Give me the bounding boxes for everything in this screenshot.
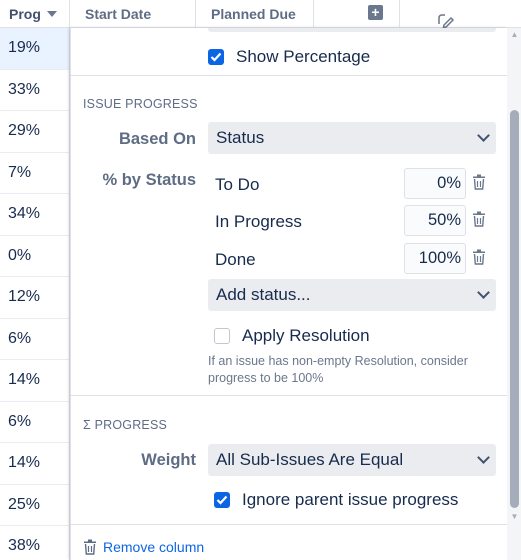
apply-resolution-option[interactable]: Apply Resolution — [214, 326, 370, 346]
show-percentage-label: Show Percentage — [236, 47, 371, 66]
ignore-parent-option[interactable]: Ignore parent issue progress — [214, 490, 458, 510]
progress-value: 6% — [8, 329, 32, 347]
column-separator — [399, 0, 400, 28]
progress-cell[interactable]: 12% — [0, 277, 70, 319]
progress-cell[interactable]: 6% — [0, 401, 70, 443]
progress-value: 34% — [8, 205, 41, 223]
grid-header: Prog Start Date Planned Due + — [0, 0, 521, 28]
sigma-progress-title: Σ PROGRESS — [83, 418, 168, 432]
chevron-down-icon — [477, 451, 490, 464]
by-status-label: % by Status — [102, 171, 196, 189]
edit-columns-icon[interactable] — [436, 12, 456, 28]
remove-column-button[interactable]: Remove column — [83, 539, 204, 555]
column-header-planned-due-label: Planned Due — [211, 6, 296, 22]
ignore-parent-label: Ignore parent issue progress — [242, 490, 459, 509]
progress-value: 38% — [8, 537, 41, 555]
column-header-planned-due[interactable]: Planned Due — [196, 0, 314, 28]
apply-resolution-label: Apply Resolution — [242, 326, 370, 345]
progress-value: 14% — [8, 371, 41, 389]
progress-cell[interactable]: 19% — [0, 28, 70, 70]
ignore-parent-checkbox[interactable] — [214, 492, 230, 508]
add-status-placeholder: Add status... — [216, 285, 311, 304]
add-column-icon[interactable]: + — [368, 5, 383, 20]
weight-select[interactable]: All Sub-Issues Are Equal — [208, 444, 496, 476]
clipped-select-edge[interactable] — [208, 28, 496, 32]
apply-resolution-checkbox[interactable] — [214, 328, 230, 344]
progress-cell[interactable]: 29% — [0, 111, 70, 153]
column-header-start-date-label: Start Date — [85, 6, 152, 22]
progress-value: 29% — [8, 122, 41, 140]
scroll-down-icon[interactable]: ▼ — [510, 512, 519, 521]
checkmark-icon — [210, 52, 222, 62]
status-name: In Progress — [215, 212, 302, 231]
progress-value: 12% — [8, 288, 41, 306]
progress-value: 14% — [8, 454, 41, 472]
progress-value: 7% — [8, 163, 32, 181]
progress-cell[interactable]: 6% — [0, 318, 70, 360]
helper-text-line: If an issue has non-empty Resolution, co… — [208, 354, 468, 368]
trash-icon — [84, 539, 96, 555]
progress-value: 25% — [8, 495, 41, 513]
trash-icon[interactable] — [472, 174, 486, 190]
section-divider — [71, 524, 508, 525]
show-percentage-option[interactable]: Show Percentage — [208, 47, 370, 67]
show-percentage-checkbox[interactable] — [208, 49, 224, 65]
column-header-progress-label: Prog — [9, 6, 41, 22]
progress-value: 33% — [8, 80, 41, 98]
remove-column-label: Remove column — [103, 539, 205, 555]
progress-cell[interactable]: 25% — [0, 484, 70, 526]
progress-cell[interactable]: 38% — [0, 526, 70, 560]
status-percent-input[interactable]: 50% — [404, 205, 466, 236]
checkmark-icon — [216, 495, 228, 505]
status-name: To Do — [215, 175, 260, 194]
apply-resolution-helper: If an issue has non-empty Resolution, co… — [208, 353, 468, 387]
section-divider — [71, 395, 508, 396]
based-on-select[interactable]: Status — [208, 122, 496, 154]
progress-cell[interactable]: 14% — [0, 360, 70, 402]
progress-cell[interactable]: 34% — [0, 194, 70, 236]
column-settings-panel: Show Percentage ISSUE PROGRESS Based On … — [70, 28, 508, 560]
scrollbar-thumb[interactable] — [510, 110, 519, 508]
trash-icon[interactable] — [472, 249, 486, 265]
trash-icon[interactable] — [472, 211, 486, 227]
helper-text-line: progress to be 100% — [208, 371, 324, 385]
progress-value: 19% — [8, 39, 41, 57]
progress-cell[interactable]: 33% — [0, 69, 70, 111]
progress-cell[interactable]: 7% — [0, 152, 70, 194]
progress-value: 0% — [8, 246, 32, 264]
progress-cell[interactable]: 0% — [0, 235, 70, 277]
add-status-select[interactable]: Add status... — [208, 279, 496, 311]
status-percent-input[interactable]: 0% — [404, 168, 466, 199]
issue-progress-title: ISSUE PROGRESS — [83, 97, 198, 111]
column-header-start-date[interactable]: Start Date — [70, 0, 196, 28]
weight-value: All Sub-Issues Are Equal — [216, 450, 404, 469]
section-divider — [71, 75, 508, 76]
caret-down-icon[interactable] — [46, 11, 57, 17]
column-header-progress[interactable]: Prog — [0, 0, 70, 28]
chevron-down-icon — [477, 129, 490, 142]
status-name: Done — [215, 250, 256, 269]
progress-value: 6% — [8, 412, 32, 430]
status-percent-input[interactable]: 100% — [404, 243, 466, 274]
progress-cell[interactable]: 14% — [0, 443, 70, 485]
scroll-up-icon[interactable]: ▲ — [510, 30, 519, 39]
based-on-value: Status — [216, 128, 265, 147]
progress-column: 19% 33% 29% 7% 34% 0% 12% 6% 14% 6% 14% … — [0, 28, 70, 560]
weight-label: Weight — [141, 451, 196, 469]
based-on-label: Based On — [118, 130, 196, 148]
chevron-down-icon — [477, 286, 490, 299]
